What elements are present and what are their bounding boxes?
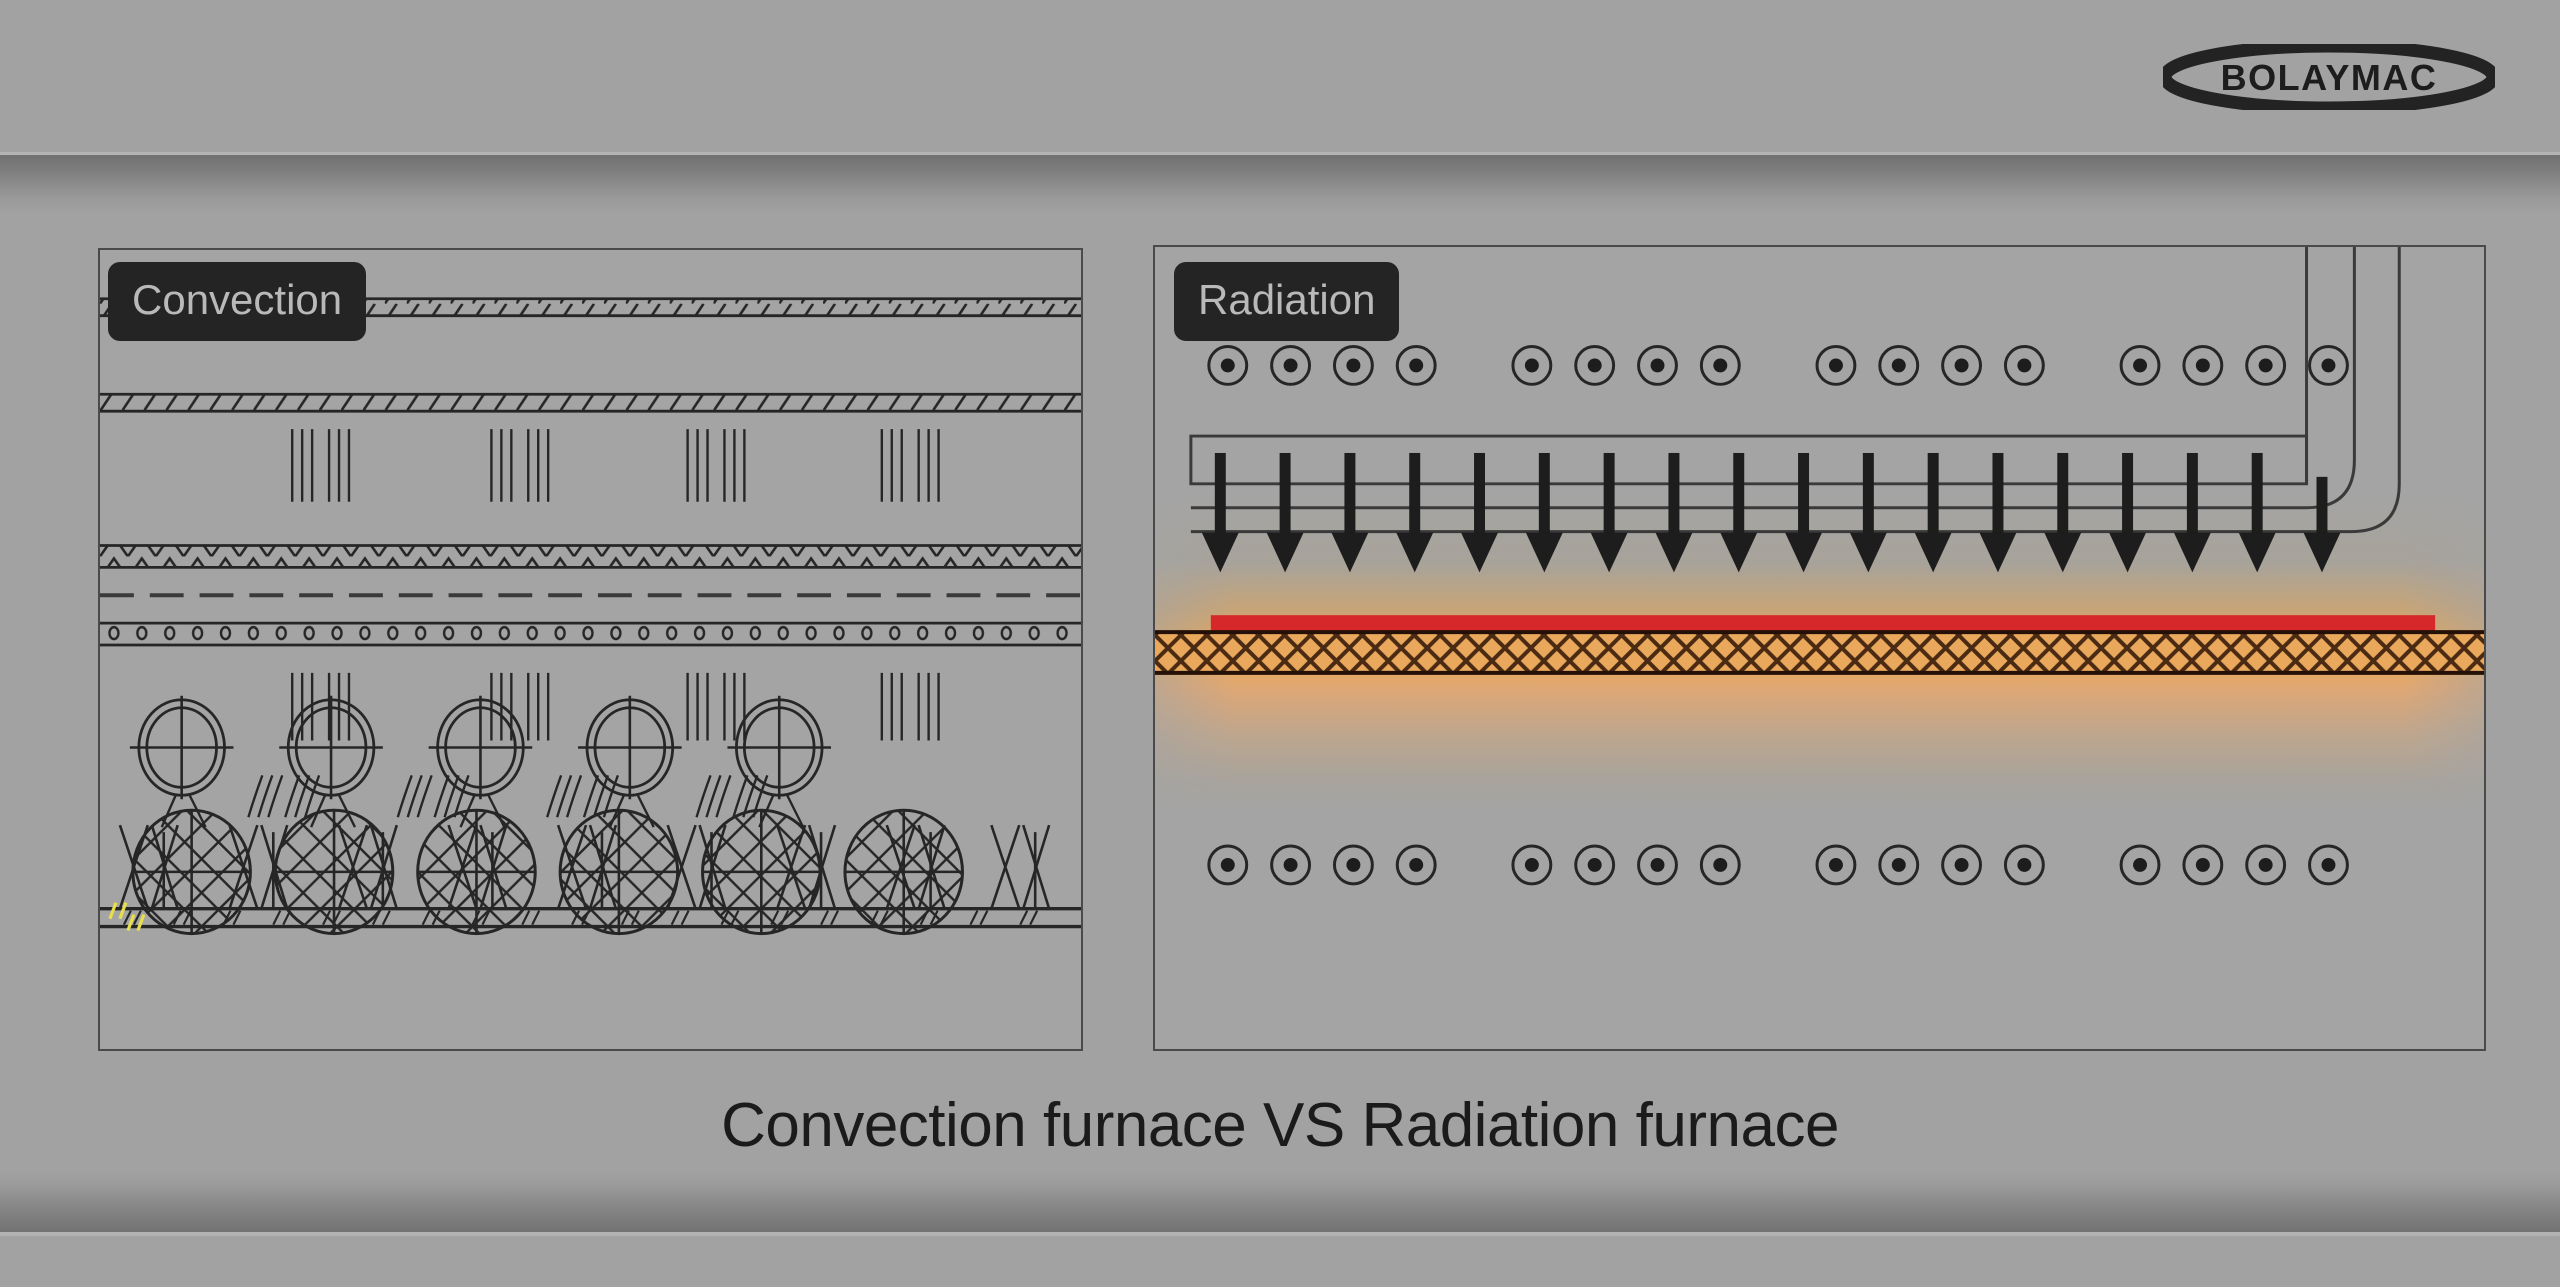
burner-drum <box>416 808 537 936</box>
radiant-emitter <box>1941 844 1983 886</box>
panel-radiation <box>1153 245 2486 1051</box>
bottom-emitters <box>1207 844 2349 886</box>
top-emitters <box>1207 345 2349 386</box>
radiant-emitter <box>1511 844 1553 886</box>
radiant-emitter <box>1699 345 1741 386</box>
radiant-emitter <box>2308 345 2349 386</box>
heat-line-group <box>686 672 746 741</box>
radiant-emitter <box>2245 844 2287 886</box>
burner-drum <box>131 808 252 936</box>
radiant-emitter <box>2182 844 2224 886</box>
radiant-emitter <box>1207 844 1249 886</box>
convection-fan <box>428 695 533 828</box>
heat-line-group <box>686 429 746 502</box>
heat-line-group <box>880 672 940 741</box>
burner-drum <box>558 808 680 936</box>
heat-line-groups-upper <box>291 429 940 502</box>
radiant-emitter <box>1815 345 1857 386</box>
radiant-emitter <box>1207 345 1249 386</box>
radiant-emitter <box>1395 844 1437 886</box>
radiant-emitter <box>2003 844 2045 886</box>
zigzag-band <box>100 544 1081 569</box>
convection-fan <box>129 695 234 828</box>
footer-shadow-gradient <box>0 1170 2560 1232</box>
header-shadow-gradient <box>0 155 2560 215</box>
footer-band <box>0 1236 2560 1287</box>
airflow-mark <box>396 774 470 818</box>
convection-fan <box>727 695 832 828</box>
radiant-emitter <box>1815 844 1857 886</box>
mesh-belt-band <box>1155 630 2484 675</box>
heated-workpiece-bar <box>1210 615 2436 633</box>
heat-line-group <box>490 429 550 502</box>
heat-line-group <box>291 429 351 502</box>
heat-line-group <box>880 429 940 502</box>
radiant-emitter <box>1574 345 1616 386</box>
radiant-emitter <box>2003 345 2045 386</box>
badge-radiation: Radiation <box>1174 262 1400 341</box>
convection-fan <box>279 695 383 828</box>
page-caption: Convection furnace VS Radiation furnace <box>721 1091 1839 1160</box>
radiant-emitter <box>2119 844 2161 886</box>
radiant-emitter <box>1637 345 1678 386</box>
radiant-emitter <box>1941 345 1983 386</box>
panel-convection <box>98 248 1083 1051</box>
radiant-emitter <box>1878 345 1920 386</box>
logo-text: BOLAYMAC <box>2221 57 2438 98</box>
burner-drum <box>273 808 395 936</box>
hatched-band-mid <box>100 392 1081 413</box>
burner-drum <box>701 808 822 936</box>
radiant-emitter <box>1699 844 1741 886</box>
radiation-diagram <box>1155 247 2484 886</box>
radiant-emitter <box>1511 345 1553 386</box>
radiant-emitter <box>1878 844 1920 886</box>
radiant-emitter <box>2245 345 2287 386</box>
flame-cluster <box>990 824 1051 910</box>
radiant-emitter <box>1395 345 1437 386</box>
convection-diagram <box>100 297 1081 936</box>
convection-fan <box>578 695 682 828</box>
radiant-emitter <box>1637 844 1678 886</box>
radiant-emitter <box>1270 345 1312 386</box>
bolaymac-logo: BOLAYMAC <box>2163 44 2495 110</box>
convection-fans <box>129 695 832 828</box>
radiant-emitter <box>2119 345 2161 386</box>
radiant-emitter <box>2182 345 2224 386</box>
radiant-emitter <box>1332 844 1374 886</box>
airflow-mark <box>247 774 321 818</box>
radiant-emitter <box>1270 844 1312 886</box>
radiant-emitter <box>2308 844 2349 886</box>
heat-line-groups-lower <box>291 672 940 741</box>
radiant-emitter <box>1332 345 1374 386</box>
radiant-emitter <box>1574 844 1616 886</box>
diagram-canvas: BOLAYMAC Convection Radiation Convection… <box>0 0 2560 1287</box>
badge-convection: Convection <box>108 262 367 341</box>
perforated-band <box>100 621 1081 647</box>
burner-drum <box>843 808 964 936</box>
